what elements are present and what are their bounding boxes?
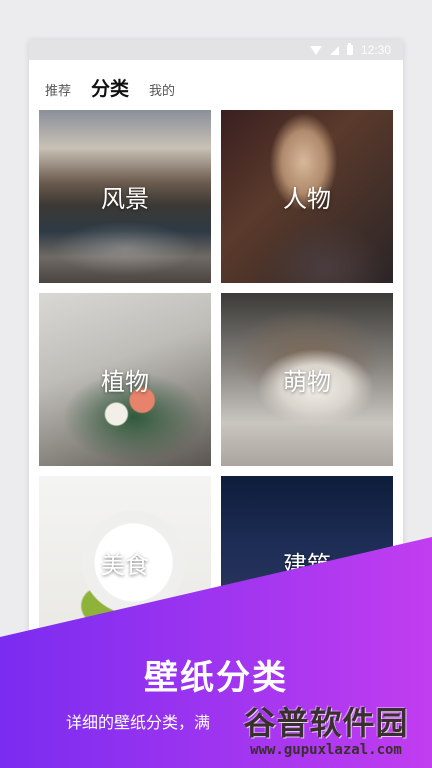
category-label: 风景 (101, 185, 149, 213)
signal-icon (329, 45, 339, 55)
promo-title: 壁纸分类 (144, 658, 288, 698)
tab-mine[interactable]: 我的 (149, 80, 175, 99)
tab-category[interactable]: 分类 (91, 74, 129, 101)
category-label: 萌物 (283, 368, 331, 396)
category-label: 建筑 (283, 551, 331, 579)
tab-recommend[interactable]: 推荐 (45, 80, 71, 99)
battery-icon (346, 43, 353, 55)
watermark-logo: 谷普软件园 www.gupuxlazal.com (232, 705, 420, 763)
status-bar: 12:30 (29, 40, 403, 60)
category-card-landscape[interactable]: 风景 (39, 110, 211, 283)
status-icons: 12:30 (309, 42, 391, 58)
category-card-cute[interactable]: 萌物 (221, 293, 393, 466)
category-card-people[interactable]: 人物 (221, 110, 393, 283)
status-time: 12:30 (360, 43, 391, 57)
category-label: 植物 (101, 368, 149, 396)
top-tabs: 推荐 分类 我的 (45, 74, 175, 101)
wifi-icon (309, 45, 322, 55)
category-label: 人物 (283, 185, 331, 213)
watermark-url: www.gupuxlazal.com (250, 742, 402, 758)
category-card-plants[interactable]: 植物 (39, 293, 211, 466)
watermark-title: 谷普软件园 (243, 704, 409, 742)
promo-subtitle: 详细的壁纸分类，满 (66, 713, 211, 732)
category-card-food[interactable]: 美食 (39, 476, 211, 649)
category-label: 美食 (101, 551, 149, 579)
category-card-architecture[interactable]: 建筑 (221, 476, 393, 649)
